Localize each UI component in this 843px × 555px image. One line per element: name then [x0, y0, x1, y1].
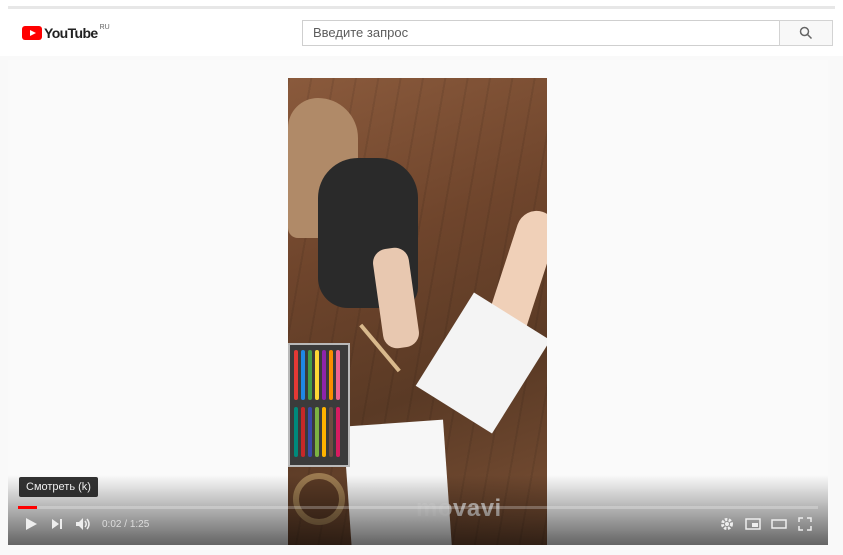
time-separator: / — [121, 518, 130, 530]
progress-bar[interactable] — [18, 506, 818, 509]
time-current: 0:02 — [102, 518, 122, 530]
search-bar: Введите запрос — [302, 20, 833, 46]
settings-icon — [721, 518, 733, 530]
search-input[interactable]: Введите запрос — [302, 20, 779, 46]
miniplayer-icon — [745, 518, 761, 530]
volume-button[interactable] — [70, 512, 96, 536]
search-icon — [799, 26, 813, 40]
logo-text: YouTube — [44, 25, 98, 41]
video-scene-child — [288, 98, 421, 351]
fullscreen-button[interactable] — [792, 512, 818, 536]
time-total: 1:25 — [129, 518, 150, 530]
search-button[interactable] — [779, 20, 833, 46]
logo-region: RU — [99, 23, 110, 31]
play-button[interactable] — [18, 512, 44, 536]
theater-icon — [771, 519, 787, 529]
time-display: 0:02 / 1:25 — [102, 519, 149, 530]
video-scene-markers — [288, 343, 350, 467]
youtube-play-logo-icon — [22, 26, 42, 40]
play-icon — [26, 518, 37, 530]
top-border — [0, 0, 843, 10]
volume-icon — [76, 518, 90, 530]
video-player[interactable]: movavi Смотреть (k) 0:02 / 1:25 — [8, 60, 828, 545]
next-icon — [52, 519, 62, 529]
masthead: YouTube RU Введите запрос — [0, 10, 843, 56]
progress-fill — [18, 506, 38, 509]
settings-button[interactable] — [714, 512, 740, 536]
player-controls: 0:02 / 1:25 — [18, 512, 818, 536]
miniplayer-button[interactable] — [740, 512, 766, 536]
youtube-logo[interactable]: YouTube RU — [22, 24, 110, 42]
fullscreen-icon — [798, 517, 812, 531]
next-button[interactable] — [44, 512, 70, 536]
play-tooltip: Смотреть (k) — [19, 477, 98, 497]
theater-button[interactable] — [766, 512, 792, 536]
